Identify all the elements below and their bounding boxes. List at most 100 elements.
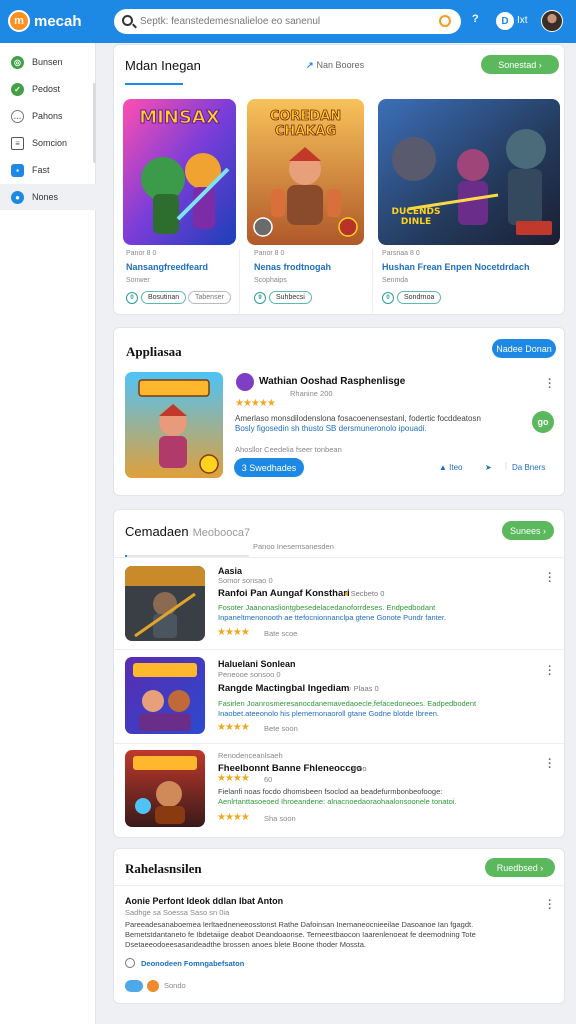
more-options-icon[interactable]: · · ·	[547, 755, 553, 774]
rating-text: Bete soon	[264, 724, 298, 733]
game-tag[interactable]: Sondrnoa	[397, 291, 442, 304]
more-options-icon[interactable]: · · ·	[547, 569, 553, 588]
game-tag[interactable]: Tabenser	[188, 291, 231, 304]
search-icon	[122, 15, 133, 26]
section-title: Mdan Inegan	[125, 58, 201, 73]
comment-thumbnail[interactable]	[125, 566, 205, 641]
rating-ring-icon: 0	[382, 292, 394, 304]
brand-name[interactable]: mecah	[34, 13, 82, 30]
voice-search-icon[interactable]	[439, 15, 451, 27]
sidebar-item-fast[interactable]: ▪ Fast	[0, 157, 96, 183]
reviews-action-button[interactable]: Ruedbsed ›	[485, 858, 555, 877]
reviews-card: Rahelasnsilen Ruedbsed › Aonie Perfont I…	[113, 848, 566, 1004]
more-options-icon[interactable]: · · ·	[547, 662, 553, 681]
sidebar-item-label: Nones	[32, 192, 59, 202]
section-title: Cemadaen Meobooca7	[125, 524, 251, 539]
row-divider	[114, 557, 566, 558]
game-tile-1[interactable]: MINSAX	[123, 99, 236, 245]
comment-line: Fasirlen Joanrosmeresanocdanemavedaoecle…	[218, 699, 477, 708]
section-count: Meobooca7	[192, 527, 251, 539]
more-options-icon[interactable]: · · ·	[547, 896, 553, 915]
game-title-link[interactable]: Hushan Frean Enpen Nocetdrdach	[382, 262, 530, 272]
sidebar-item-nones[interactable]: ● Nones	[0, 184, 96, 210]
install-button[interactable]: 3 Swedhades	[234, 458, 304, 477]
comment-extra: ○ Plaas 0	[347, 684, 379, 693]
help-icon[interactable]: ?	[472, 13, 479, 25]
game-meta: Panor 8 0	[254, 250, 285, 257]
more-options-icon[interactable]: · · ·	[547, 375, 553, 394]
comment-thumbnail[interactable]	[125, 750, 205, 827]
comment-art	[125, 566, 205, 641]
comment-title[interactable]: Rangde Mactingbal Ingediam	[218, 683, 349, 694]
search-bar[interactable]	[114, 9, 461, 34]
comment-line: Fosoter Jaanonasliontgbesedelacedanoforr…	[218, 603, 436, 612]
star-rating: ★★★★★	[235, 398, 276, 409]
game-title-link[interactable]: Nenas frodtnogah	[254, 262, 331, 272]
game-tag[interactable]: Suhbecsi	[269, 291, 312, 304]
download-stat[interactable]: ▲ Iteo	[439, 463, 463, 472]
comment-meta: Somor sonsao 0	[218, 576, 273, 585]
game-title-link[interactable]: Nansangfreedfeard	[126, 262, 208, 272]
like-toggle[interactable]	[125, 980, 143, 992]
see-more-link[interactable]: ↗ Nan Boores	[306, 60, 364, 71]
rating-text: Bate scoe	[264, 629, 298, 638]
verified-label[interactable]: Deonodeen Fomngabefsaton	[141, 959, 244, 968]
review-line: Dsetaeeodoeesasandeadthe brossen anoes b…	[125, 940, 367, 949]
comments-action-button[interactable]: Sunees ›	[502, 521, 554, 540]
featured-action-button[interactable]: Sonestad ›	[481, 55, 559, 74]
rating-text: Rhanine 200	[290, 389, 333, 398]
avatar[interactable]	[541, 10, 563, 32]
go-button[interactable]: go	[532, 411, 554, 433]
search-input[interactable]	[140, 12, 420, 31]
game-art-title: COREDAN CHAKAG	[269, 109, 342, 140]
row-divider	[114, 885, 566, 886]
sidebar-item-bunsen[interactable]: ◎ Bunsen	[0, 49, 96, 75]
stat-link[interactable]: Da Bners	[512, 463, 545, 472]
star-rating: ★★★★	[217, 627, 250, 638]
app-logo[interactable]: m	[8, 10, 30, 32]
byline: Ahosllor Ceedelia fseer tonbean	[235, 445, 342, 454]
review-headline[interactable]: Aonie Perfont Ideok ddlan Ibat Anton	[125, 896, 283, 906]
comment-title[interactable]: Ranfoi Pan Aungaf Konsthari	[218, 588, 350, 599]
sidebar-item-label: Bunsen	[32, 57, 63, 67]
game-art-title: MINSAX	[139, 107, 220, 129]
comment-line: Aenlrtanttasoeoed Ihroeandene: alnacnoed…	[218, 797, 457, 806]
app-art	[125, 372, 223, 478]
sidebar-item-label: Pahons	[32, 111, 63, 121]
game-tile-3[interactable]: DUCENDS DINLE	[378, 99, 560, 245]
app-thumbnail[interactable]	[125, 372, 223, 478]
comment-tag: Aasia	[218, 566, 243, 576]
comment-body: Fielanfi noas focdo dhomsbeen fsoclod aa…	[218, 787, 558, 807]
review-line: Bemetstdantaneto fe Ibdetaiige deabot De…	[125, 930, 476, 939]
game-meta: Panor 8 0	[126, 250, 157, 257]
publisher-icon	[236, 373, 254, 391]
apps-action-button[interactable]: Nadee Donan	[492, 339, 556, 358]
section-subtitle: Panoo Inesemsanesden	[253, 542, 334, 551]
user-label[interactable]: Ixt	[517, 15, 528, 26]
share-icon[interactable]: ➤	[485, 463, 492, 472]
game-meta: Parsnaa 8 0	[382, 250, 420, 257]
column-divider	[372, 249, 373, 313]
app-name[interactable]: Wathian Ooshad Rasphenlisge	[259, 376, 405, 387]
comment-line: Inpaneltmenonooth ae ttefocnionnanclpa g…	[218, 613, 447, 622]
sidebar-item-label: Fast	[32, 165, 50, 175]
comment-tag: Haluelani Sonlean	[218, 659, 296, 669]
rating-ring-icon: 9	[254, 292, 266, 304]
row-divider	[114, 743, 566, 744]
comment-body: Fosoter Jaanonasliontgbesedelacedanoforr…	[218, 603, 558, 623]
sidebar-item-label: Pedost	[32, 84, 61, 94]
sidebar-item-somcion[interactable]: ≡ Somcion	[0, 130, 96, 156]
game-tile-2[interactable]: COREDAN CHAKAG	[247, 99, 364, 245]
game-subtitle: Senmda	[382, 277, 409, 284]
game-tag[interactable]: Bosutinan	[141, 291, 187, 304]
comment-thumbnail[interactable]	[125, 657, 205, 734]
sidebar-item-pedost[interactable]: ✓ Pedost	[0, 76, 96, 102]
sidebar-item-pahons[interactable]: … Pahons	[0, 103, 96, 129]
sidebar-item-label: Somcion	[32, 138, 68, 148]
notification-icon[interactable]: D	[496, 12, 514, 30]
star-rating: ★★★★	[217, 722, 250, 733]
comments-card: Cemadaen Meobooca7 Sunees › Panoo Inesems…	[113, 509, 566, 838]
comment-tag: Renodenceanlsaeh	[218, 751, 283, 760]
reaction-icon[interactable]	[147, 980, 159, 992]
star-rating: ★★★★	[217, 773, 250, 784]
